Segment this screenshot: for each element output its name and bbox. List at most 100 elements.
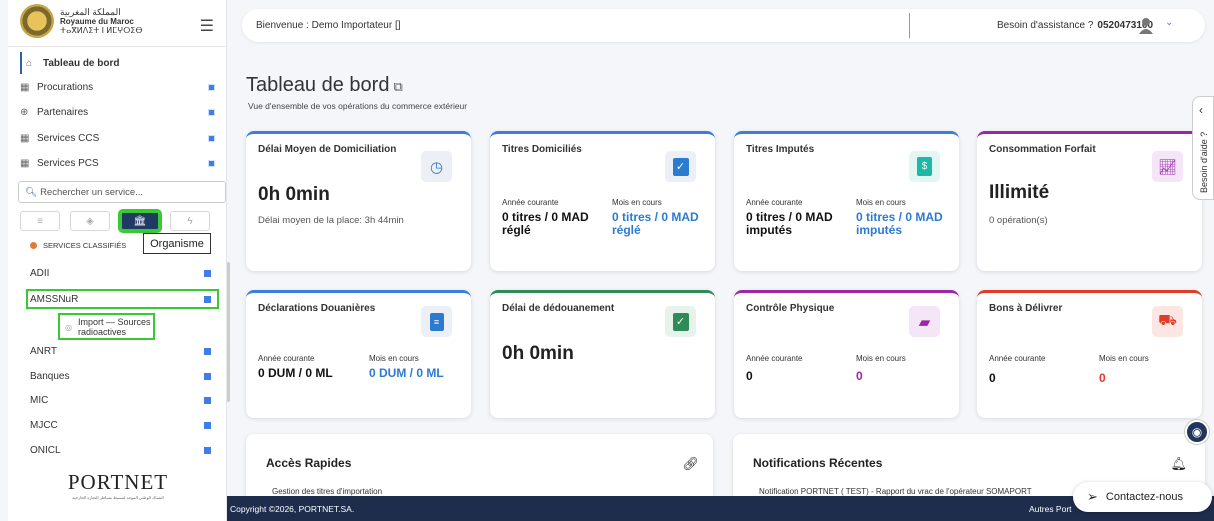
expand-icon	[204, 421, 211, 429]
category-mjcc[interactable]: MJCC	[30, 415, 217, 435]
card-title: Délai Moyen de Domiciliation	[258, 144, 397, 155]
home-icon: ⌂	[26, 57, 33, 69]
card-declarations-douanieres[interactable]: Déclarations Douanières ≡ Année courante…	[246, 290, 471, 418]
link-icon[interactable]: 🔗︎	[682, 456, 699, 472]
card-title: Déclarations Douanières	[258, 303, 376, 314]
help-tab-label: Besoin d'aide ?	[1199, 131, 1209, 193]
user-avatar-icon[interactable]	[1137, 16, 1155, 34]
sub-item-import-sources-radioactives[interactable]: ◎ Import — Sources radioactives	[58, 313, 155, 340]
category-amssnur[interactable]: AMSSNuR	[26, 289, 219, 309]
signal-icon: ◎	[65, 323, 72, 332]
panel-title: Accès Rapides	[266, 456, 352, 470]
classified-header-label: SERVICES CLASSIFIÉS	[43, 241, 127, 250]
col-label-mois: Mois en cours	[856, 198, 906, 207]
card-big-value: Illimité	[989, 182, 1050, 203]
col-label-annee: Année courante	[258, 354, 315, 363]
col-label-mois: Mois en cours	[856, 354, 906, 363]
contact-label: Contactez-nous	[1105, 491, 1183, 503]
category-adii[interactable]: ADII	[30, 263, 217, 283]
sidebar-item-dashboard[interactable]: ⌂ Tableau de bord	[20, 52, 215, 74]
sidebar-item-services-pcs[interactable]: ▦ Services PCS	[20, 152, 215, 174]
footer: Copyright ©2026, PORTNET.SA. Autres Port	[227, 496, 1214, 521]
sidebar-item-partenaires[interactable]: ⊕ Partenaires	[20, 101, 215, 123]
royaume-logo[interactable]: المملكة المغربية Royaume du Maroc ⵜⴰⴳⵍⴷⵉ…	[20, 0, 215, 42]
help-side-tab[interactable]: ‹ Besoin d'aide ?	[1192, 96, 1214, 200]
sidebar-item-procurations[interactable]: ▦ Procurations	[20, 76, 215, 98]
check-clipboard-icon: ✓	[665, 151, 696, 182]
bolt-icon: ϟ	[187, 215, 193, 227]
portnet-tagline: الشباك الوطني الموحد لتبسيط مساطر التجار…	[72, 495, 164, 500]
card-bons-a-delivrer[interactable]: Bons à Délivrer ⛟ Année courante Mois en…	[977, 290, 1202, 418]
value-annee: 0	[989, 371, 996, 385]
sidebar-item-services-ccs[interactable]: ▦ Services CCS	[20, 127, 215, 149]
card-title: Titres Domiciliés	[502, 144, 582, 155]
category-onicl[interactable]: ONICL	[30, 440, 217, 460]
card-controle-physique[interactable]: Contrôle Physique ▰ Année courante Mois …	[734, 290, 959, 418]
sub-item-label: Import — Sources radioactives	[78, 316, 151, 337]
assistance-info: Besoin d'assistance ? 0520473100	[997, 20, 1153, 31]
card-delai-domiciliation[interactable]: Délai Moyen de Domiciliation ◷ 0h 0min D…	[246, 131, 471, 271]
filter-list-button[interactable]: ≡	[20, 211, 60, 231]
page-title: Tableau de bord ⧉	[246, 74, 403, 97]
card-description: Délai moyen de la place: 3h 44min	[258, 215, 404, 226]
filter-other-button[interactable]: ϟ	[170, 211, 210, 231]
expand-icon	[204, 446, 211, 454]
calendar-icon: ▦	[20, 81, 30, 93]
card-titres-domicilies[interactable]: Titres Domiciliés ✓ Année courante Mois …	[490, 131, 715, 271]
card-titres-imputes[interactable]: Titres Imputés $ Année courante Mois en …	[734, 131, 959, 271]
card-consommation-forfait[interactable]: Consommation Forfait 📈︎ Illimité 0 opéra…	[977, 131, 1202, 271]
category-label: ADII	[30, 267, 50, 279]
card-delai-dedouanement[interactable]: Délai de dédouanement ✓ 0h 0min	[490, 290, 715, 418]
menu-toggle-icon[interactable]: ☰	[200, 16, 214, 36]
logo-tifinagh: ⵜⴰⴳⵍⴷⵉⵜ ⵏ ⵍⵎⵖⵔⵉⴱ	[60, 25, 143, 35]
box-open-icon: ▰	[909, 306, 940, 337]
send-icon: ➢	[1087, 489, 1098, 504]
expand-icon	[208, 134, 215, 142]
card-title: Consommation Forfait	[989, 144, 1096, 155]
chevron-left-icon: ‹	[1199, 103, 1203, 117]
invoice-icon: $	[909, 151, 940, 182]
assistance-label: Besoin d'assistance ?	[997, 20, 1094, 31]
contact-us-button[interactable]: ➢ Contactez-nous	[1073, 482, 1212, 512]
col-label-mois: Mois en cours	[612, 198, 662, 207]
page-title-text: Tableau de bord	[246, 74, 390, 96]
notification-item[interactable]: Notification PORTNET ( TEST) - Rapport d…	[759, 487, 1032, 496]
col-label-annee: Année courante	[502, 198, 559, 207]
sidebar-scrollbar[interactable]	[227, 262, 230, 402]
footer-link[interactable]: Autres Port	[1029, 504, 1072, 514]
portnet-wordmark: PORTNET	[67, 470, 169, 494]
document-icon: ≡	[421, 306, 452, 337]
category-label: ONICL	[30, 444, 61, 456]
category-mic[interactable]: MIC	[30, 390, 217, 410]
category-label: MIC	[30, 394, 49, 406]
expand-icon	[204, 372, 211, 380]
category-banques[interactable]: Banques	[30, 366, 217, 386]
chevron-down-icon[interactable]: ⌄	[1165, 17, 1173, 28]
expand-icon	[208, 159, 215, 167]
filter-organisme-button[interactable]: 🏛︎	[118, 209, 162, 233]
sidebar-item-label: Partenaires	[37, 106, 89, 118]
accessibility-eye-icon[interactable]: ◉	[1185, 420, 1209, 444]
bell-icon[interactable]: 🔔︎	[1170, 456, 1187, 472]
coat-of-arms-icon	[20, 4, 54, 38]
category-anrt[interactable]: ANRT	[30, 341, 217, 361]
card-title: Délai de dédouanement	[502, 303, 615, 314]
category-label: AMSSNuR	[30, 293, 79, 305]
logo-french: Royaume du Maroc	[60, 16, 134, 26]
value-mois: 0	[1099, 371, 1106, 385]
logo-arabic: المملكة المغربية	[60, 6, 121, 17]
sidebar-item-label: Services CCS	[37, 132, 100, 144]
value-annee: 0 DUM / 0 ML	[258, 366, 333, 380]
service-search-input[interactable]: 🔍︎ Rechercher un service...	[18, 181, 226, 203]
value-annee: 0 titres / 0 MAD réglé	[502, 210, 589, 237]
external-link-icon[interactable]: ⧉	[393, 79, 402, 94]
globe-icon: ⊕	[20, 106, 29, 118]
organisme-tooltip: Organisme	[143, 233, 211, 254]
quick-access-panel: Accès Rapides 🔗︎ Gestion des titres d'im…	[246, 434, 713, 504]
value-annee: 0	[746, 369, 753, 383]
quick-access-link[interactable]: Gestion des titres d'importation	[272, 487, 382, 496]
app-root: المملكة المغربية Royaume du Maroc ⵜⴰⴳⵍⴷⵉ…	[0, 0, 1214, 521]
filter-box-button[interactable]: ◈	[70, 211, 110, 231]
divider	[909, 13, 910, 38]
chart-up-icon: 📈︎	[1152, 151, 1183, 182]
